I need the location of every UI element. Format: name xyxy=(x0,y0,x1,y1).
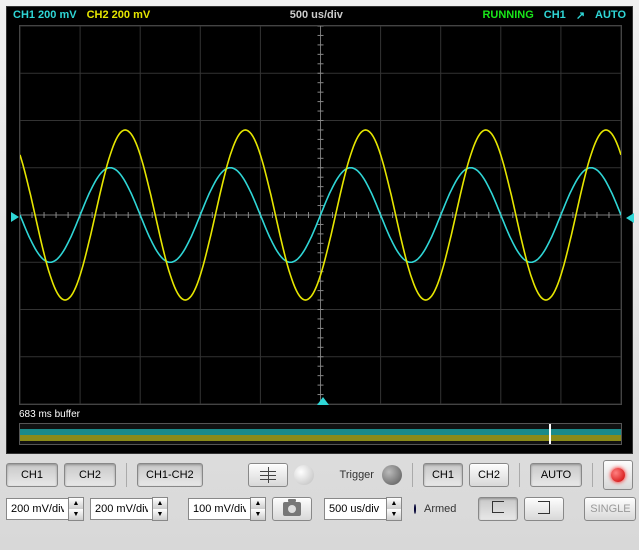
buffer-cursor[interactable] xyxy=(549,424,551,444)
up-arrow-icon[interactable]: ▲ xyxy=(387,498,401,509)
run-status: RUNNING xyxy=(482,9,533,23)
math-vscale-stepper[interactable]: ▲▼ xyxy=(188,497,266,521)
up-arrow-icon[interactable]: ▲ xyxy=(69,498,83,509)
trigger-single-button[interactable]: SINGLE xyxy=(584,497,636,521)
intensity-knob[interactable] xyxy=(294,465,314,485)
rising-edge-button[interactable] xyxy=(478,497,518,521)
ch1-ground-marker[interactable] xyxy=(11,212,19,222)
buffer-label: 683 ms buffer xyxy=(19,409,80,420)
record-button[interactable] xyxy=(603,460,633,490)
screenshot-button[interactable] xyxy=(272,497,312,521)
ch2-enable-button[interactable]: CH2 xyxy=(64,463,116,487)
trigger-level-knob[interactable] xyxy=(382,465,402,485)
ch1-enable-button[interactable]: CH1 xyxy=(6,463,58,487)
cursor-icon xyxy=(260,467,276,483)
ch1-scale-label: CH1 200 mV xyxy=(13,9,77,23)
ch1-vscale-input[interactable] xyxy=(6,498,68,520)
trigger-auto-button[interactable]: AUTO xyxy=(530,463,582,487)
trigger-mode-label: AUTO xyxy=(595,9,626,23)
up-arrow-icon[interactable]: ▲ xyxy=(153,498,167,509)
trigger-source-ch1-button[interactable]: CH1 xyxy=(423,463,463,487)
trigger-level-marker[interactable] xyxy=(626,213,634,223)
buffer-ch2-strip xyxy=(20,435,621,441)
down-arrow-icon[interactable]: ▼ xyxy=(69,509,83,520)
down-arrow-icon[interactable]: ▼ xyxy=(153,509,167,520)
buffer-overview[interactable] xyxy=(19,423,622,445)
rising-edge-icon xyxy=(488,499,508,519)
falling-edge-button[interactable] xyxy=(524,497,564,521)
trigger-position-marker[interactable] xyxy=(317,397,329,405)
camera-icon xyxy=(283,502,301,516)
armed-label: Armed xyxy=(422,503,458,515)
trigger-source-ch2-button[interactable]: CH2 xyxy=(469,463,509,487)
control-panel: CH1 CH2 CH1-CH2 Trigger CH1 CH2 AUTO ▲▼ xyxy=(6,460,633,546)
oscilloscope-display: CH1 200 mV CH2 200 mV 500 us/div RUNNING… xyxy=(6,6,633,454)
timebase-label: 500 us/div xyxy=(290,9,343,23)
timebase-input[interactable] xyxy=(324,498,386,520)
trigger-source-label: CH1 xyxy=(544,9,566,23)
timebase-stepper[interactable]: ▲▼ xyxy=(324,497,402,521)
waveform-plot[interactable] xyxy=(19,25,622,405)
ch1-vscale-stepper[interactable]: ▲▼ xyxy=(6,497,84,521)
ch2-scale-label: CH2 200 mV xyxy=(87,9,151,23)
trigger-label: Trigger xyxy=(338,469,376,481)
math-ch1-ch2-button[interactable]: CH1-CH2 xyxy=(137,463,203,487)
ch2-vscale-stepper[interactable]: ▲▼ xyxy=(90,497,168,521)
down-arrow-icon[interactable]: ▼ xyxy=(251,509,265,520)
cursors-button[interactable] xyxy=(248,463,288,487)
ch2-vscale-input[interactable] xyxy=(90,498,152,520)
math-vscale-input[interactable] xyxy=(188,498,250,520)
info-bar: CH1 200 mV CH2 200 mV 500 us/div RUNNING… xyxy=(7,9,632,23)
record-icon xyxy=(611,468,625,482)
up-arrow-icon[interactable]: ▲ xyxy=(251,498,265,509)
down-arrow-icon[interactable]: ▼ xyxy=(387,509,401,520)
armed-led xyxy=(414,504,416,514)
falling-edge-icon xyxy=(534,499,554,519)
trigger-edge-icon: ↗ xyxy=(576,9,585,23)
